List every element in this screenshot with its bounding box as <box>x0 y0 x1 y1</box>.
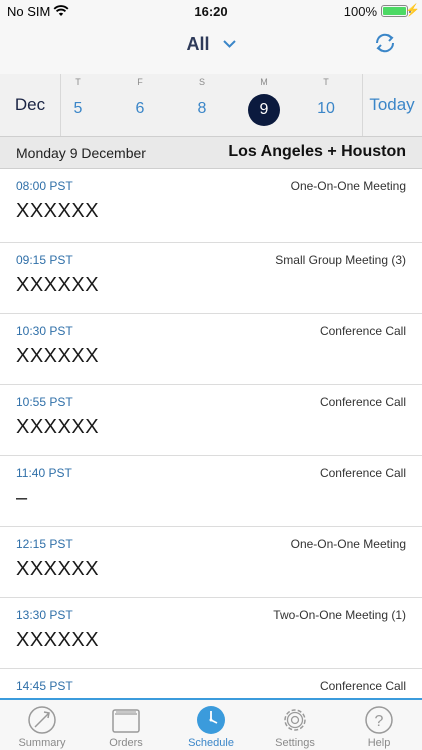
day-number: 10 <box>317 100 335 117</box>
day-of-week: T <box>75 77 81 87</box>
day-of-week: S <box>198 77 205 87</box>
help-icon: ? <box>365 706 393 734</box>
week-strip: Dec T 5 F 6 S 8 M 9 T 10 Today <box>0 74 422 136</box>
day-number: 5 <box>73 100 83 117</box>
day-number: 6 <box>135 100 145 117</box>
day-of-week: M <box>260 77 268 87</box>
nav-bar: All <box>0 24 422 74</box>
day-8[interactable]: S 8 <box>171 74 233 136</box>
meeting-row[interactable]: 12:15 PST One-On-One Meeting XXXXXX <box>0 527 422 598</box>
selected-date: Monday 9 December <box>16 145 146 161</box>
meeting-time: 14:45 PST <box>16 679 73 693</box>
tab-label: Summary <box>18 737 66 749</box>
battery-percent: 100% <box>343 4 377 19</box>
meeting-type: Conference Call <box>319 395 406 409</box>
tab-label: Settings <box>275 737 315 749</box>
chevron-down-icon <box>222 40 236 48</box>
day-of-week: F <box>137 77 143 87</box>
meeting-title: – <box>16 487 28 509</box>
meeting-row[interactable]: 13:30 PST Two-On-One Meeting (1) XXXXXX <box>0 598 422 669</box>
day-number: 9 <box>259 101 269 118</box>
meeting-title: XXXXXX <box>16 345 100 367</box>
tab-help[interactable]: ? Help <box>337 700 421 750</box>
filter-label: All <box>186 34 210 54</box>
tab-orders[interactable]: Orders <box>84 700 168 750</box>
battery-icon <box>381 5 408 17</box>
meeting-type: Conference Call <box>319 324 406 338</box>
tab-settings[interactable]: Settings <box>253 700 337 750</box>
location-label: Los Angeles + Houston <box>228 143 406 160</box>
meeting-time: 09:15 PST <box>16 253 73 267</box>
today-button[interactable]: Today <box>362 74 422 136</box>
meeting-time: 10:55 PST <box>16 395 73 409</box>
meeting-type: One-On-One Meeting <box>290 179 406 193</box>
status-bar: No SIM 16:20 100% ⚡ <box>0 0 422 24</box>
day-5[interactable]: T 5 <box>47 74 109 136</box>
meeting-row[interactable]: 11:40 PST Conference Call – <box>0 456 422 527</box>
meeting-time: 08:00 PST <box>16 179 73 193</box>
meeting-type: Small Group Meeting (3) <box>275 253 406 267</box>
charging-icon: ⚡ <box>405 3 420 17</box>
meeting-row[interactable]: 10:55 PST Conference Call XXXXXX <box>0 385 422 456</box>
day-9-selected[interactable]: M 9 <box>233 74 295 136</box>
tab-bar: Summary Orders Schedule Settings ? Help <box>0 698 422 750</box>
tab-schedule[interactable]: Schedule <box>169 700 253 750</box>
refresh-icon[interactable] <box>372 30 398 56</box>
filter-dropdown[interactable]: All <box>0 34 422 55</box>
day-number: 8 <box>197 100 207 117</box>
svg-text:?: ? <box>375 713 384 730</box>
date-header: Monday 9 December Los Angeles + Houston <box>0 136 422 169</box>
tab-label: Help <box>367 737 391 749</box>
meeting-row[interactable]: 14:45 PST Conference Call <box>0 669 422 698</box>
meeting-title: XXXXXX <box>16 416 100 438</box>
meeting-title: XXXXXX <box>16 629 100 651</box>
meeting-time: 12:15 PST <box>16 537 73 551</box>
meeting-type: Conference Call <box>319 679 406 693</box>
meeting-row[interactable]: 10:30 PST Conference Call XXXXXX <box>0 314 422 385</box>
meeting-title: XXXXXX <box>16 558 100 580</box>
day-of-week: T <box>323 77 329 87</box>
meeting-time: 10:30 PST <box>16 324 73 338</box>
meeting-title: XXXXXX <box>16 200 100 222</box>
gauge-icon <box>28 706 56 734</box>
meeting-row[interactable]: 08:00 PST One-On-One Meeting XXXXXX <box>0 169 422 243</box>
clock-icon <box>197 706 225 734</box>
meeting-title: XXXXXX <box>16 274 100 296</box>
day-6[interactable]: F 6 <box>109 74 171 136</box>
tab-label: Schedule <box>188 737 234 749</box>
meeting-type: Two-On-One Meeting (1) <box>273 608 406 622</box>
meeting-type: Conference Call <box>319 466 406 480</box>
meeting-time: 13:30 PST <box>16 608 73 622</box>
day-10[interactable]: T 10 <box>295 74 357 136</box>
tab-label: Orders <box>109 737 143 749</box>
tab-summary[interactable]: Summary <box>0 700 84 750</box>
meeting-time: 11:40 PST <box>16 466 72 480</box>
meeting-list[interactable]: 08:00 PST One-On-One Meeting XXXXXX 09:1… <box>0 169 422 698</box>
gear-icon <box>284 709 306 731</box>
meeting-type: One-On-One Meeting <box>290 537 406 551</box>
folder-icon <box>112 709 140 733</box>
meeting-row[interactable]: 09:15 PST Small Group Meeting (3) XXXXXX <box>0 243 422 314</box>
